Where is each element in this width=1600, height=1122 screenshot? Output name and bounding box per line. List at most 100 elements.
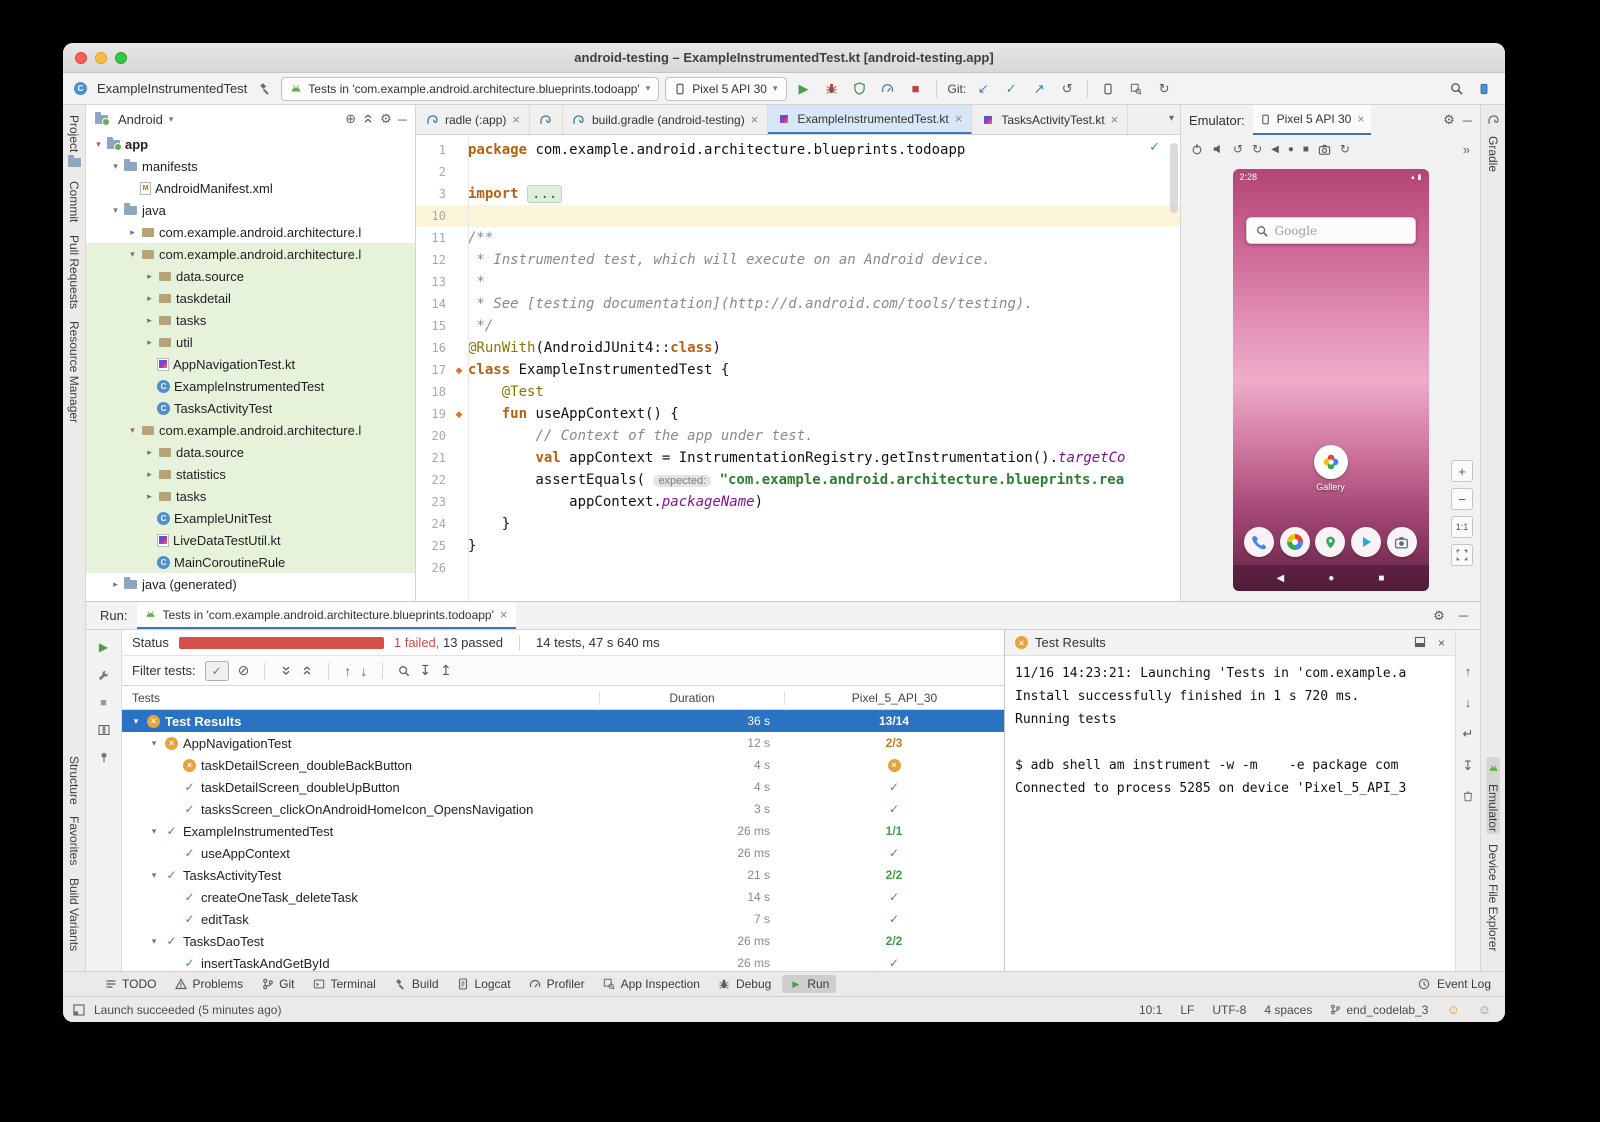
zoom-reset-button[interactable]: 1:1 xyxy=(1451,516,1473,538)
tree-item-com-example-android-architecture-l[interactable]: ▸com.example.android.architecture.l xyxy=(86,221,415,243)
code-line-24[interactable]: 24 } xyxy=(416,513,1180,535)
debug-button[interactable] xyxy=(821,78,843,100)
export-results-icon[interactable]: ↥ xyxy=(440,662,452,679)
file-encoding[interactable]: UTF-8 xyxy=(1212,1003,1246,1017)
code-line-3[interactable]: 3import ... xyxy=(416,183,1180,205)
zoom-out-button[interactable]: − xyxy=(1451,488,1473,510)
tree-item-tasks[interactable]: ▸tasks xyxy=(86,309,415,331)
git-history-icon[interactable]: ↺ xyxy=(1056,78,1078,100)
tree-item-data-source[interactable]: ▸data.source xyxy=(86,441,415,463)
code-line-18[interactable]: 18 @Test xyxy=(416,381,1180,403)
column-duration[interactable]: Duration xyxy=(599,691,784,705)
stop-icon[interactable]: ■ xyxy=(1303,144,1309,155)
nav-recents-icon[interactable]: ■ xyxy=(1378,573,1384,584)
sidebar-item-device-file-explorer[interactable]: Device File Explorer xyxy=(1486,834,1500,953)
test-row-taskdetailscreen-doubleupbutton[interactable]: ✓taskDetailScreen_doubleUpButton4 s✓ xyxy=(122,776,1004,798)
editor-scrollbar[interactable] xyxy=(1170,143,1178,213)
chevron-down-icon[interactable]: ▾ xyxy=(148,738,160,749)
build-hammer-icon[interactable] xyxy=(253,78,275,100)
rotate-left-icon[interactable]: ↺ xyxy=(1233,142,1243,156)
code-line-21[interactable]: 21 val appContext = InstrumentationRegis… xyxy=(416,447,1180,469)
git-commit-icon[interactable]: ✓ xyxy=(1000,78,1022,100)
fit-screen-button[interactable] xyxy=(1451,544,1473,566)
chevron-right-icon[interactable]: ▸ xyxy=(143,491,156,502)
tree-item-tasksactivitytest[interactable]: CTasksActivityTest xyxy=(86,397,415,419)
chevron-right-icon[interactable]: ▸ xyxy=(109,579,122,590)
tree-item-maincoroutinerule[interactable]: CMainCoroutineRule xyxy=(86,551,415,573)
tool-button-run[interactable]: ▶Run xyxy=(782,975,836,993)
inspection-ok-icon[interactable]: ✓ xyxy=(1149,139,1160,155)
code-line-17[interactable]: 17◆class ExampleInstrumentedTest { xyxy=(416,359,1180,381)
test-history-icon[interactable] xyxy=(398,665,410,677)
snapshot-icon[interactable]: ↻ xyxy=(1340,142,1350,156)
tree-item-livedatatestutil-kt[interactable]: LiveDataTestUtil.kt xyxy=(86,529,415,551)
tool-window-toggle-icon[interactable] xyxy=(73,1004,85,1016)
dock-camera-icon[interactable] xyxy=(1387,527,1417,557)
device-select[interactable]: Pixel 5 API 30 ▾ xyxy=(665,77,786,101)
rerun-failed-button[interactable] xyxy=(97,669,110,682)
indent-setting[interactable]: 4 spaces xyxy=(1264,1003,1312,1017)
import-results-icon[interactable]: ↧ xyxy=(419,662,431,679)
rotate-right-icon[interactable]: ↻ xyxy=(1252,142,1262,156)
back-icon[interactable]: ◀ xyxy=(1271,144,1279,155)
nav-home-icon[interactable]: ● xyxy=(1328,573,1334,584)
tree-item-exampleunittest[interactable]: CExampleUnitTest xyxy=(86,507,415,529)
sidebar-item-gradle[interactable]: Gradle xyxy=(1486,126,1500,174)
dock-playstore-icon[interactable] xyxy=(1351,527,1381,557)
dock-photos-icon[interactable] xyxy=(1280,527,1310,557)
code-line-23[interactable]: 23 appContext.packageName) xyxy=(416,491,1180,513)
hide-panel-icon[interactable]: ─ xyxy=(1459,608,1468,624)
sidebar-item-structure[interactable]: Structure xyxy=(67,746,81,807)
clear-console-icon[interactable] xyxy=(1462,790,1474,802)
sidebar-item-pull-requests[interactable]: Pull Requests xyxy=(67,225,81,311)
code-line-26[interactable]: 26 xyxy=(416,557,1180,579)
code-line-25[interactable]: 25} xyxy=(416,535,1180,557)
locate-file-icon[interactable]: ⊕ xyxy=(345,111,356,127)
tool-button-logcat[interactable]: Logcat xyxy=(450,975,518,993)
run-button[interactable]: ▶ xyxy=(793,78,815,100)
chevron-down-icon[interactable]: ▾ xyxy=(148,936,160,947)
google-search-widget[interactable]: Google xyxy=(1246,217,1416,244)
test-row-exampleinstrumentedtest[interactable]: ▾✓ExampleInstrumentedTest26 ms1/1 xyxy=(122,820,1004,842)
screenshot-camera-icon[interactable] xyxy=(1318,143,1331,156)
dock-phone-icon[interactable] xyxy=(1244,527,1274,557)
feedback-smiley-icon[interactable]: ☺ xyxy=(1446,1002,1459,1017)
code-line-1[interactable]: 1package com.example.android.architectur… xyxy=(416,139,1180,161)
stop-button[interactable]: ■ xyxy=(100,697,107,709)
restore-layout-icon[interactable] xyxy=(1414,636,1426,650)
previous-failed-icon[interactable]: ↑ xyxy=(344,663,351,679)
code-line-10[interactable]: 10 xyxy=(416,205,1180,227)
close-icon[interactable]: × xyxy=(500,607,508,622)
editor-tab-exampleinstrumentedtest-kt[interactable]: ExampleInstrumentedTest.kt× xyxy=(768,105,972,134)
close-button[interactable] xyxy=(75,52,87,64)
git-push-icon[interactable]: ↗ xyxy=(1028,78,1050,100)
code-line-22[interactable]: 22 assertEquals( expected: "com.example.… xyxy=(416,469,1180,491)
run-configuration-select[interactable]: Tests in 'com.example.android.architectu… xyxy=(281,77,659,101)
reader-mode-icon[interactable]: ☺ xyxy=(1478,1002,1491,1017)
close-tab-icon[interactable]: × xyxy=(512,112,520,127)
close-icon[interactable]: × xyxy=(1357,112,1364,126)
chevron-down-icon[interactable]: ▾ xyxy=(109,205,122,216)
next-failed-icon[interactable]: ↓ xyxy=(360,663,367,679)
emulator-screen[interactable]: 2:28 ▴▮ Google Gallery xyxy=(1233,169,1429,591)
editor-tab-gradle-icon[interactable] xyxy=(530,105,563,134)
chevron-right-icon[interactable]: ▸ xyxy=(143,271,156,282)
stop-button[interactable]: ■ xyxy=(905,78,927,100)
dock-maps-icon[interactable] xyxy=(1315,527,1345,557)
chevron-down-icon[interactable]: ▾ xyxy=(109,161,122,172)
sidebar-item-favorites[interactable]: Favorites xyxy=(67,806,81,867)
test-run-marker-icon[interactable]: ◆ xyxy=(450,409,468,420)
chevron-right-icon[interactable]: ▸ xyxy=(143,469,156,480)
tool-button-git[interactable]: Git xyxy=(254,975,301,993)
sidebar-item-emulator[interactable]: Emulator xyxy=(1486,757,1500,834)
hide-panel-icon[interactable]: ─ xyxy=(1463,113,1472,128)
chevron-down-icon[interactable]: ▾ xyxy=(130,716,142,727)
code-line-2[interactable]: 2 xyxy=(416,161,1180,183)
test-row-useappcontext[interactable]: ✓useAppContext26 ms✓ xyxy=(122,842,1004,864)
tree-item-tasks[interactable]: ▸tasks xyxy=(86,485,415,507)
show-passed-toggle[interactable]: ✓ xyxy=(205,661,229,681)
volume-icon[interactable] xyxy=(1212,143,1224,155)
power-icon[interactable] xyxy=(1191,143,1203,155)
close-tab-icon[interactable]: × xyxy=(1111,112,1119,127)
code-line-16[interactable]: 16@RunWith(AndroidJUnit4::class) xyxy=(416,337,1180,359)
